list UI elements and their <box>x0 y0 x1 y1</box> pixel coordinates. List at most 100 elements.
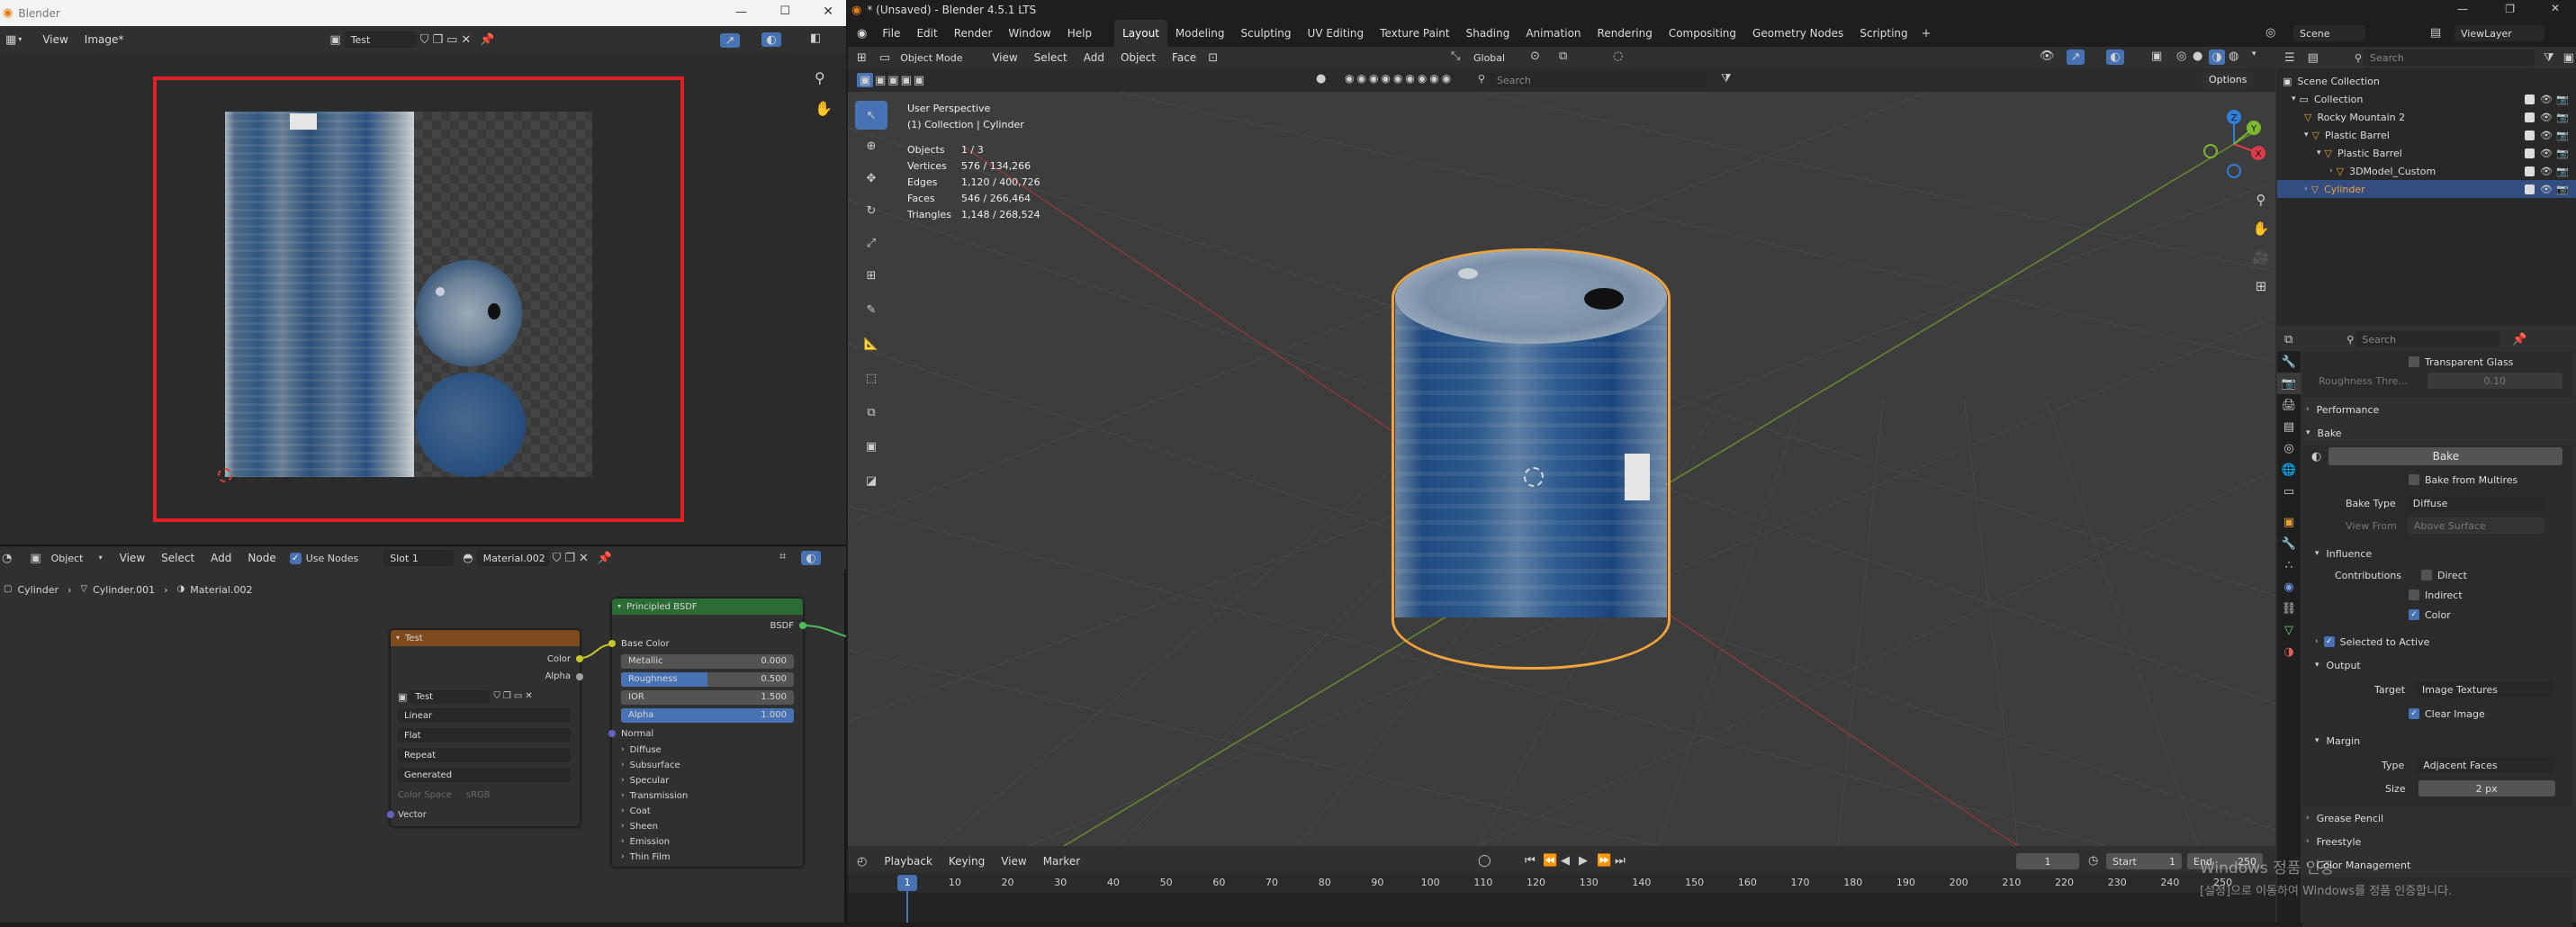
tab-rendering[interactable]: Rendering <box>1590 20 1661 47</box>
playhead[interactable]: 1 <box>897 875 917 891</box>
eye-icon[interactable]: 👁 <box>2540 148 2553 158</box>
camera-icon[interactable]: 📷 <box>2556 130 2569 140</box>
image-browse-icon[interactable]: ▣ <box>398 692 407 702</box>
viewport-search-input[interactable]: Search <box>1491 72 1707 88</box>
select-subtract-icon[interactable]: ▣ <box>887 75 898 86</box>
render-tab-icon[interactable]: 📷 <box>2277 373 2301 394</box>
current-frame-field[interactable]: 1 <box>2016 853 2079 869</box>
shader-type-select[interactable]: Object <box>44 550 99 566</box>
pivot-icon[interactable]: ⊙ <box>1530 50 1540 62</box>
duplicate-icon[interactable]: ❐ <box>432 34 443 46</box>
material-browse-icon[interactable]: ◓ <box>463 553 473 564</box>
solid-shading-icon[interactable]: ● <box>2193 50 2202 62</box>
object-tab-icon[interactable]: ▣ <box>2277 511 2301 533</box>
timeline-menu-view[interactable]: View <box>993 850 1034 873</box>
annotate-tool-icon[interactable]: ✎ <box>855 292 887 328</box>
rendered-shading-icon[interactable]: ◍ <box>2229 50 2238 62</box>
duplicate-icon[interactable]: ❐ <box>503 692 511 701</box>
particles-tab-icon[interactable]: ∴ <box>2277 554 2301 576</box>
unlink-icon[interactable]: ✕ <box>525 692 532 701</box>
margin-size-field[interactable]: 2 px <box>2418 780 2555 796</box>
orientation-select[interactable]: Global <box>1467 50 1521 66</box>
expand-icon[interactable]: ▾ <box>2292 94 2296 104</box>
navigation-gizmo[interactable]: Z X Y <box>2198 108 2270 180</box>
tab-uv-editing[interactable]: UV Editing <box>1300 20 1373 47</box>
viewport-menu-face[interactable]: Face <box>1164 47 1204 68</box>
grease-pencil-panel-header[interactable]: › Grease Pencil <box>2302 806 2572 830</box>
add-workspace-icon[interactable]: + <box>1922 28 1932 40</box>
tab-compositing[interactable]: Compositing <box>1661 20 1744 47</box>
camera-icon[interactable]: 📷 <box>2556 94 2569 104</box>
color-checkbox[interactable]: ✓ <box>2409 609 2419 620</box>
timeline-ruler[interactable]: 1102030405060708090100110120130140150160… <box>848 873 2275 922</box>
properties-editor-icon[interactable]: ⧉ <box>2284 334 2292 346</box>
main-menu-help[interactable]: Help <box>1059 20 1100 47</box>
zoom-icon[interactable]: ⚲ <box>2250 185 2272 214</box>
freestyle-panel-header[interactable]: › Freestyle <box>2302 830 2572 853</box>
color-space-value[interactable]: sRGB <box>466 790 491 800</box>
collection-tab-icon[interactable]: ▭ <box>2277 481 2301 502</box>
bsdf-node-header[interactable]: ▾ Principled BSDF <box>612 598 803 615</box>
eye-icon[interactable]: 👁 <box>2540 184 2553 194</box>
view-layer-select[interactable]: ViewLayer <box>2454 25 2544 41</box>
alpha-slider[interactable]: Alpha 1.000 <box>621 708 794 723</box>
bake-multires-checkbox[interactable] <box>2409 474 2419 485</box>
proportional-edit-icon[interactable]: ◌ <box>1613 50 1623 62</box>
expand-icon[interactable]: ▾ <box>2304 130 2309 140</box>
options-button[interactable]: Options <box>2202 71 2254 88</box>
object-mode-select[interactable]: Object Mode <box>894 50 985 66</box>
brush-row-icons[interactable]: ◉◉◉◉◉◉◉◉◉ <box>1345 73 1454 84</box>
ior-slider[interactable]: IOR 1.500 <box>621 690 794 705</box>
bevel-tool-icon[interactable]: ◪ <box>855 464 887 497</box>
inset-tool-icon[interactable]: ▣ <box>855 428 887 464</box>
tab-sculpting[interactable]: Sculpting <box>1233 20 1300 47</box>
editor-type-icon[interactable]: ▦ <box>5 34 16 46</box>
outliner-item-cylinder[interactable]: › ▽ Cylinder 👁 📷 <box>2277 180 2576 198</box>
tab-scripting[interactable]: Scripting <box>1851 20 1915 47</box>
node-menu-node[interactable]: Node <box>239 546 284 570</box>
image-canvas[interactable]: ⚲ ✋ <box>0 51 846 546</box>
gizmo-toggle-icon[interactable]: ↗ <box>2067 50 2085 65</box>
bsdf-output-socket[interactable] <box>799 622 806 629</box>
base-color-socket[interactable] <box>608 640 616 647</box>
fake-user-icon[interactable]: ⛉ <box>553 553 562 564</box>
visibility-icon[interactable]: 👁 <box>2040 50 2055 62</box>
exclude-checkbox[interactable] <box>2525 94 2535 104</box>
interpolation-select[interactable]: Linear <box>398 708 571 723</box>
tab-modeling[interactable]: Modeling <box>1167 20 1233 47</box>
grid-view-icon[interactable]: ⊞ <box>2250 272 2272 301</box>
main-menu-window[interactable]: Window <box>1000 20 1058 47</box>
data-tab-icon[interactable]: ▽ <box>2277 619 2301 641</box>
expand-icon[interactable]: ▾ <box>2317 148 2321 158</box>
outliner-editor-icon[interactable]: ☰ <box>2284 52 2295 64</box>
bsdf-panel-diffuse[interactable]: › Diffuse <box>621 742 803 758</box>
collapse-icon[interactable]: ▾ <box>617 603 621 610</box>
margin-type-select[interactable]: Adjacent Faces <box>2417 757 2554 773</box>
open-folder-icon[interactable]: ▭ <box>514 692 522 701</box>
measure-tool-icon[interactable]: 📐 <box>855 328 887 360</box>
eye-icon[interactable]: 👁 <box>2540 94 2553 104</box>
camera-icon[interactable]: 📷 <box>2556 166 2569 176</box>
tab-layout[interactable]: Layout <box>1114 20 1167 47</box>
maximize-button[interactable]: ☐ <box>779 4 790 18</box>
color-output-socket[interactable] <box>576 655 583 662</box>
close-button[interactable]: ✕ <box>2551 2 2560 14</box>
view-from-select[interactable]: Above Surface <box>2407 518 2544 534</box>
select-intersect-icon[interactable]: ▣ <box>914 75 924 86</box>
scale-tool-icon[interactable]: ⤢ <box>855 227 887 259</box>
duplicate-icon[interactable]: ❐ <box>564 553 575 564</box>
timeline-editor-icon[interactable]: ◴ <box>857 856 867 868</box>
face-select-mode-icon[interactable]: ⊡ <box>1208 52 1218 64</box>
collapse-icon[interactable]: ▾ <box>396 634 400 642</box>
node-editor-type-icon[interactable]: ◔ <box>2 553 12 564</box>
camera-icon[interactable]: 📷 <box>2556 112 2569 122</box>
image-browse-icon[interactable]: ▣ <box>329 34 340 46</box>
timeline-menu-marker[interactable]: Marker <box>1035 850 1088 873</box>
selected-to-active-checkbox[interactable]: ✓ <box>2323 636 2335 647</box>
move-tool-icon[interactable]: ✥ <box>855 162 887 194</box>
tab-animation[interactable]: Animation <box>1518 20 1589 47</box>
prev-keyframe-icon[interactable]: ⏪ <box>1543 855 1557 867</box>
xray-icon[interactable]: ▣ <box>2151 50 2162 62</box>
scene-tab-icon[interactable]: ◎ <box>2277 437 2301 459</box>
metallic-slider[interactable]: Metallic 0.000 <box>621 654 794 669</box>
